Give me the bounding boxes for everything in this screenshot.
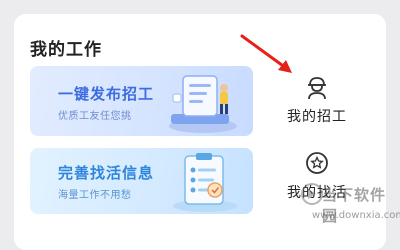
worker-helmet-icon [308, 77, 326, 100]
star-badge-icon [306, 152, 328, 174]
section-title: 我的工作 [30, 40, 102, 60]
find-work-banner-subtitle: 海量工作不用愁 [58, 190, 132, 201]
annotation-arrow-icon [240, 34, 292, 73]
watermark-logo-icon [301, 183, 323, 205]
post-job-banner-subtitle: 优质工友任您挑 [58, 111, 132, 122]
post-job-banner[interactable]: 一键发布招工 优质工友任您挑 [30, 66, 253, 136]
recruit-illustration-icon [169, 75, 237, 133]
my-recruitment-item[interactable]: 我的招工 [278, 74, 356, 126]
post-job-banner-title: 一键发布招工 [58, 85, 155, 103]
my-recruitment-label: 我的招工 [287, 109, 347, 125]
watermark: 当下软件园 www.downxia.com [300, 182, 400, 234]
watermark-url: www.downxia.com [312, 210, 400, 221]
find-work-banner-title: 完善找活信息 [58, 164, 155, 182]
clipboard-illustration-icon [173, 153, 237, 212]
find-work-banner[interactable]: 完善找活信息 海量工作不用愁 [30, 148, 253, 214]
